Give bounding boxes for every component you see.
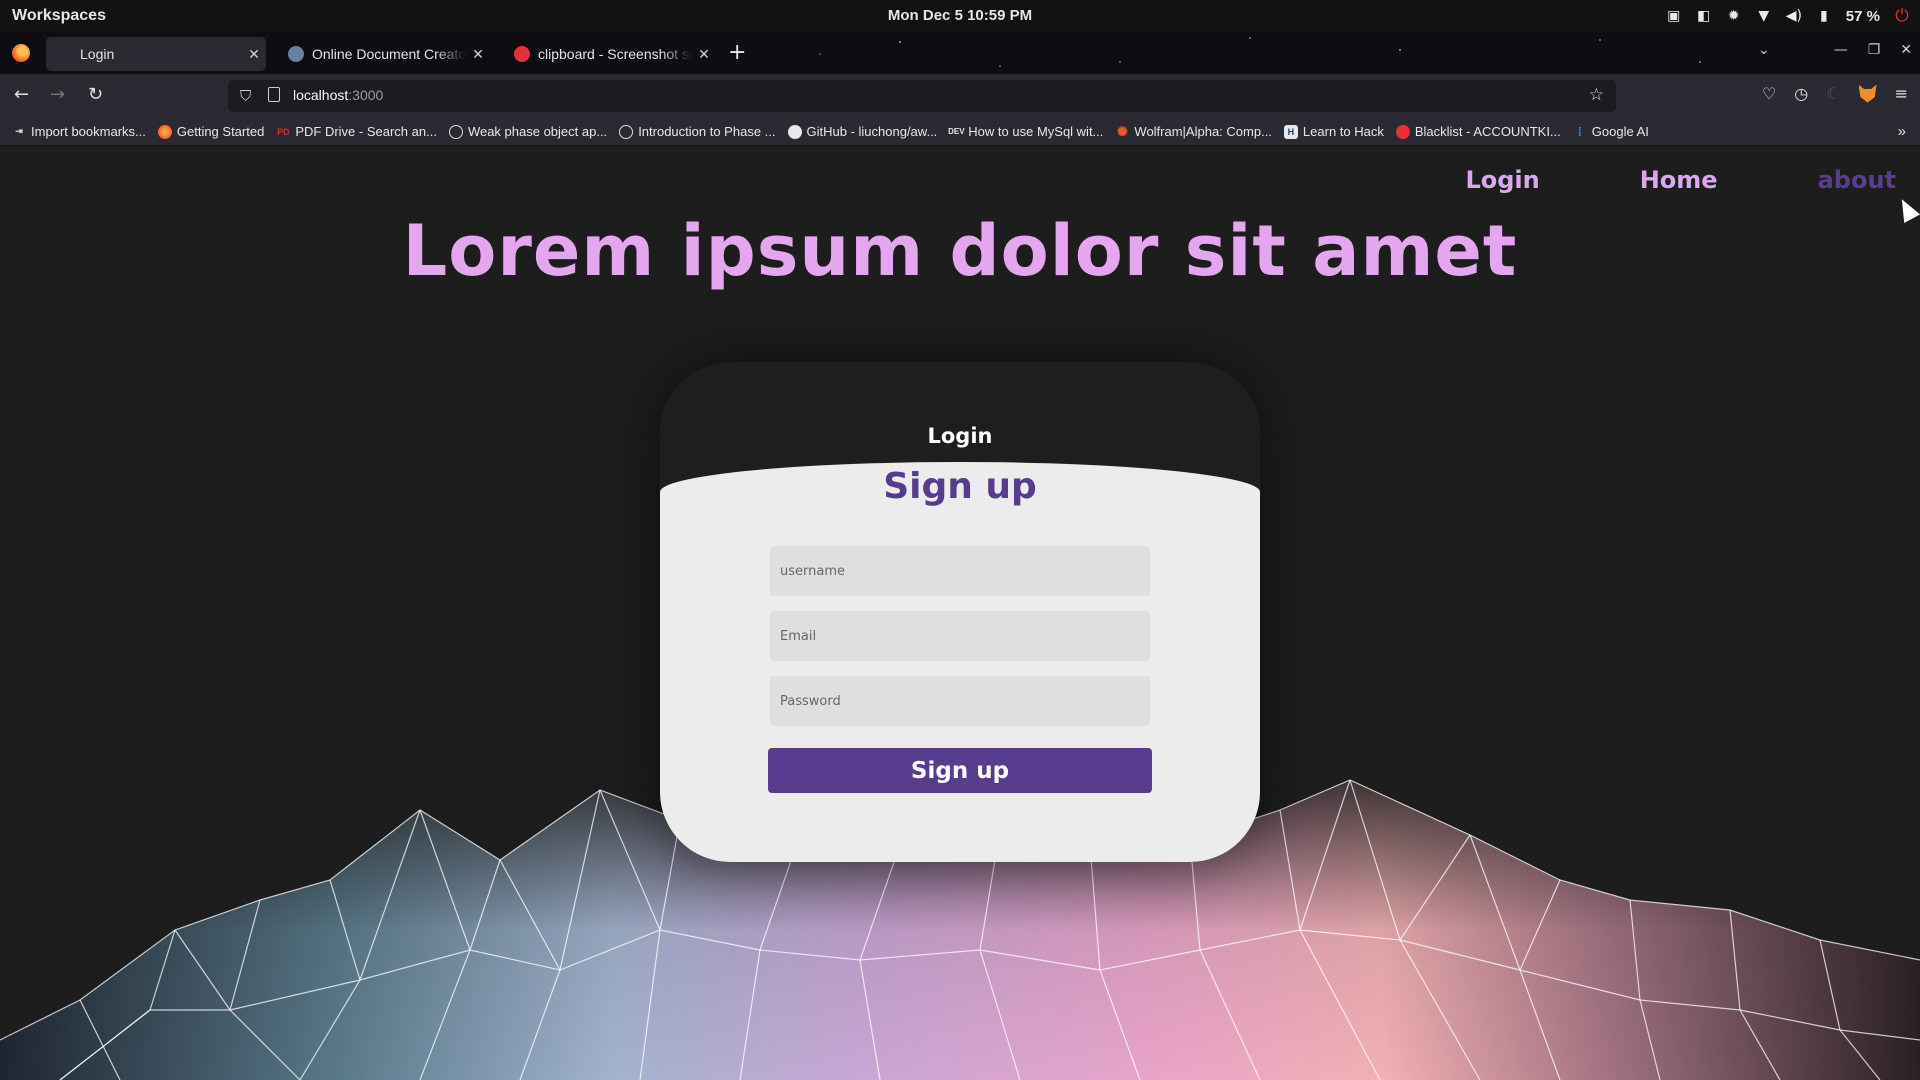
email-field[interactable] bbox=[770, 611, 1150, 661]
bookmark-label: GitHub - liuchong/aw... bbox=[806, 124, 938, 139]
github-icon bbox=[787, 124, 802, 139]
bookmarks-toolbar: ⇥ Import bookmarks... Getting Started PD P… bbox=[0, 118, 1920, 146]
bookmark-item[interactable]: Getting Started bbox=[157, 124, 265, 139]
minimize-icon[interactable]: — bbox=[1834, 42, 1848, 58]
wifi-icon[interactable]: ▼ bbox=[1756, 8, 1772, 24]
hack-icon: H bbox=[1283, 124, 1298, 139]
bookmark-label: How to use MySql wit... bbox=[968, 124, 1104, 139]
bookmark-star-icon[interactable]: ☆ bbox=[1589, 85, 1604, 105]
volume-icon[interactable]: ◀) bbox=[1786, 8, 1802, 24]
globe-icon bbox=[619, 124, 634, 139]
battery-percentage: 57 % bbox=[1845, 7, 1880, 25]
battery-icon[interactable]: ▮ bbox=[1816, 8, 1832, 24]
browser-tab-document-creator[interactable]: Online Document Creator - ✕ bbox=[278, 37, 490, 71]
forward-arrow-icon[interactable]: → bbox=[50, 85, 65, 105]
dropbox-icon[interactable]: ◧ bbox=[1696, 8, 1712, 24]
wolfram-icon: ✺ bbox=[1116, 123, 1128, 139]
login-toggle-label[interactable]: Login bbox=[660, 424, 1260, 448]
hero-title: Lorem ipsum dolor sit amet bbox=[402, 210, 1518, 292]
bookmark-label: Getting Started bbox=[176, 124, 265, 139]
nav-link-home[interactable]: Home bbox=[1640, 166, 1718, 194]
tab-title: clipboard - Screenshot sele bbox=[538, 46, 692, 62]
bookmark-item[interactable]: Introduction to Phase ... bbox=[619, 124, 776, 139]
username-field[interactable] bbox=[770, 546, 1150, 596]
dev-icon: DEV bbox=[948, 127, 965, 136]
tab-close-icon[interactable]: ✕ bbox=[466, 46, 490, 63]
bookmark-item[interactable]: GitHub - liuchong/aw... bbox=[787, 124, 938, 139]
bookmark-item[interactable]: PD PDF Drive - Search an... bbox=[276, 124, 437, 139]
os-top-bar: Workspaces Mon Dec 5 10:59 PM ▣ ◧ ✹ ▼ ◀)… bbox=[0, 0, 1920, 32]
brightness-icon[interactable]: ✹ bbox=[1726, 8, 1742, 24]
tab-title: Online Document Creator - bbox=[312, 46, 466, 62]
password-field[interactable] bbox=[770, 676, 1150, 726]
signup-title[interactable]: Sign up bbox=[660, 466, 1260, 507]
nav-link-login[interactable]: Login bbox=[1465, 166, 1539, 194]
toolbar-right-icons: ♡ ◷ ☾ ≡ bbox=[1762, 84, 1908, 103]
power-icon[interactable]: ⏻ bbox=[1894, 6, 1910, 26]
pocket-icon[interactable]: ♡ bbox=[1762, 84, 1776, 103]
back-arrow-icon[interactable]: ← bbox=[14, 85, 29, 105]
bookmark-item[interactable]: Weak phase object ap... bbox=[448, 124, 608, 139]
bookmark-item[interactable]: ⇥ Import bookmarks... bbox=[12, 124, 146, 139]
close-window-icon[interactable]: ✕ bbox=[1900, 42, 1912, 58]
bookmark-label: Blacklist - ACCOUNTKI... bbox=[1414, 124, 1561, 139]
page-info-icon[interactable] bbox=[268, 87, 280, 102]
bookmark-item[interactable]: Blacklist - ACCOUNTKI... bbox=[1395, 124, 1561, 139]
window-controls: — ❐ ✕ bbox=[1834, 42, 1912, 58]
signup-button[interactable]: Sign up bbox=[768, 748, 1152, 793]
auth-card: Login Sign up Sign up bbox=[660, 362, 1260, 862]
screen-share-icon[interactable]: ▣ bbox=[1666, 8, 1682, 24]
bookmark-label: PDF Drive - Search an... bbox=[295, 124, 437, 139]
browser-navigation-toolbar: ← → ↻ ⛉ localhost:3000 ☆ ♡ ◷ ☾ ≡ bbox=[0, 74, 1920, 118]
bookmark-item[interactable]: ✺ Wolfram|Alpha: Comp... bbox=[1115, 123, 1272, 140]
bookmark-label: Learn to Hack bbox=[1302, 124, 1384, 139]
page-viewport: Login Home about Lorem ipsum dolor sit a… bbox=[0, 146, 1920, 1080]
metamask-fox-icon[interactable] bbox=[1858, 84, 1877, 103]
import-icon: ⇥ bbox=[15, 126, 23, 136]
firefox-icon bbox=[157, 124, 172, 139]
browser-tab-strip: Login ✕ Online Document Creator - ✕ clip… bbox=[0, 32, 1920, 74]
tab-close-icon[interactable]: ✕ bbox=[242, 46, 266, 63]
google-ai-icon: ⁞ bbox=[1577, 124, 1582, 139]
nav-link-about[interactable]: about bbox=[1818, 166, 1896, 194]
bookmark-item[interactable]: H Learn to Hack bbox=[1283, 124, 1384, 139]
bookmark-label: Weak phase object ap... bbox=[467, 124, 608, 139]
system-tray: ▣ ◧ ✹ ▼ ◀) ▮ 57 % ⏻ bbox=[1666, 5, 1910, 27]
system-clock[interactable]: Mon Dec 5 10:59 PM bbox=[0, 7, 1920, 24]
url-text[interactable]: localhost:3000 bbox=[293, 87, 383, 103]
firefox-logo-icon bbox=[12, 44, 30, 62]
pdf-icon: PD bbox=[277, 126, 290, 137]
browser-tab-login[interactable]: Login ✕ bbox=[46, 37, 266, 71]
tab-favicon-icon bbox=[56, 46, 72, 62]
signup-panel: Sign up Sign up bbox=[660, 462, 1260, 862]
address-bar[interactable]: ⛉ localhost:3000 ☆ bbox=[228, 80, 1616, 112]
tab-close-icon[interactable]: ✕ bbox=[692, 46, 716, 63]
restore-icon[interactable]: ❐ bbox=[1868, 42, 1881, 58]
list-all-tabs-chevron-icon[interactable]: ⌄ bbox=[1758, 42, 1770, 58]
site-navigation: Login Home about bbox=[1465, 166, 1896, 194]
bookmark-label: Introduction to Phase ... bbox=[638, 124, 776, 139]
blacklist-icon bbox=[1395, 124, 1410, 139]
url-port: :3000 bbox=[348, 87, 384, 103]
bookmark-label: Google AI bbox=[1591, 124, 1649, 139]
bookmark-item[interactable]: DEV How to use MySql wit... bbox=[948, 124, 1104, 139]
bookmark-label: Import bookmarks... bbox=[31, 124, 146, 139]
globe-icon bbox=[448, 124, 463, 139]
new-tab-plus-icon[interactable]: + bbox=[728, 42, 746, 64]
app-menu-hamburger-icon[interactable]: ≡ bbox=[1895, 84, 1908, 103]
tab-favicon-icon bbox=[514, 46, 530, 62]
tab-title: Login bbox=[80, 46, 115, 62]
browser-tab-clipboard[interactable]: clipboard - Screenshot sele ✕ bbox=[504, 37, 716, 71]
reload-icon[interactable]: ↻ bbox=[88, 85, 103, 105]
bookmark-item[interactable]: ⁞ Google AI bbox=[1573, 124, 1649, 139]
extension-moon-icon[interactable]: ☾ bbox=[1826, 84, 1840, 103]
tracking-shield-icon[interactable]: ⛉ bbox=[240, 87, 251, 105]
bookmarks-overflow-chevron-icon[interactable]: » bbox=[1898, 123, 1906, 140]
bookmark-label: Wolfram|Alpha: Comp... bbox=[1134, 124, 1272, 139]
tab-favicon-icon bbox=[288, 46, 304, 62]
history-clock-icon[interactable]: ◷ bbox=[1794, 84, 1808, 103]
url-host: localhost bbox=[293, 87, 349, 103]
workspaces-button[interactable]: Workspaces bbox=[12, 7, 106, 25]
